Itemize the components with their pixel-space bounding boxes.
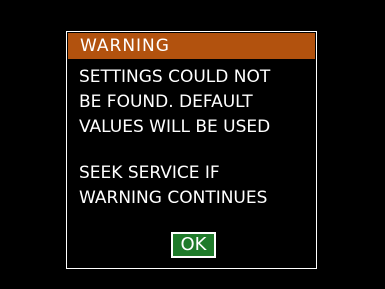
dialog-title: WARNING — [68, 33, 315, 59]
ok-button[interactable]: OK — [171, 232, 216, 258]
warning-message: SETTINGS COULD NOT BE FOUND. DEFAULT VAL… — [79, 67, 271, 137]
screen: WARNING SETTINGS COULD NOT BE FOUND. DEF… — [0, 0, 385, 289]
service-instruction: SEEK SERVICE IF WARNING CONTINUES — [79, 163, 268, 208]
warning-dialog: WARNING SETTINGS COULD NOT BE FOUND. DEF… — [66, 31, 317, 269]
